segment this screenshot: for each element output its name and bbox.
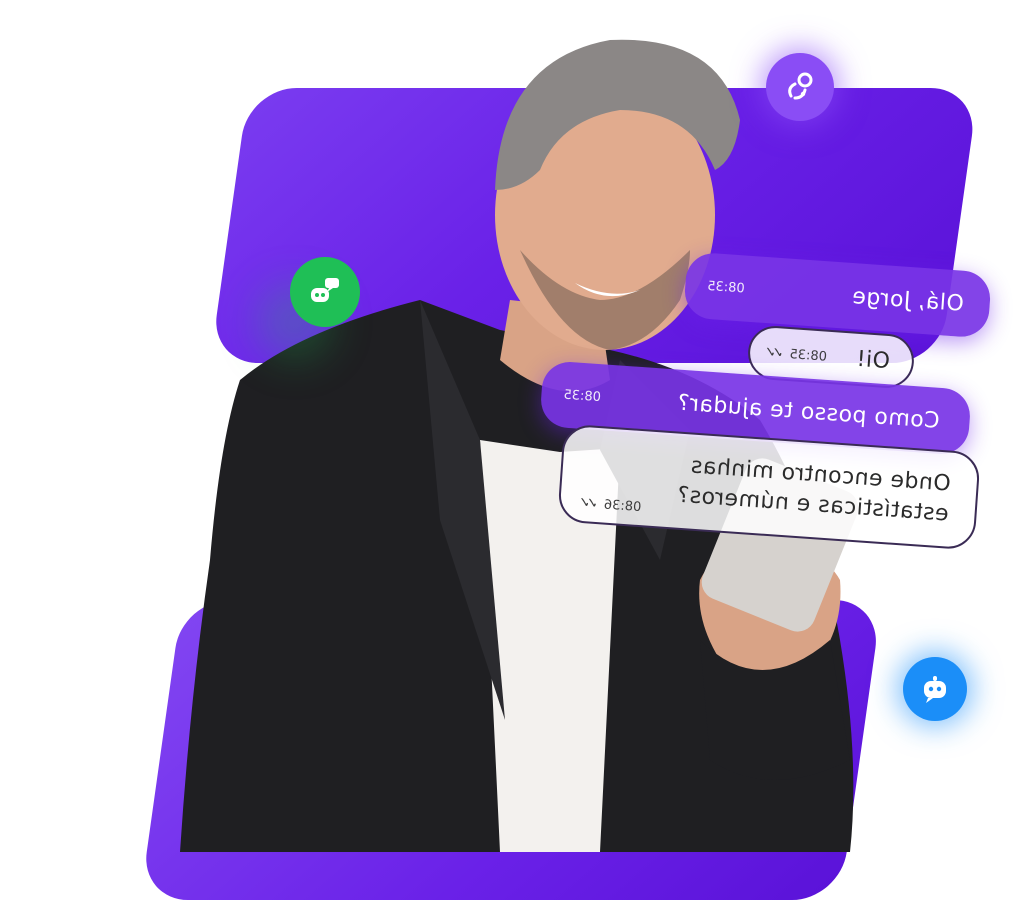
read-check-icon: ✓✓ <box>581 495 599 513</box>
chat-message-text: Oi! <box>855 346 891 374</box>
chat-message-text: Olá, Jorge <box>851 283 965 317</box>
chat-timestamp: 08:35 <box>706 278 746 296</box>
hero-illustration: Olá, Jorge 08:35 Oi! 08:35 ✓✓ Como posso… <box>0 0 1017 900</box>
robot-face-icon <box>903 657 967 721</box>
read-check-icon: ✓✓ <box>767 344 785 362</box>
chat-message-text: Onde encontro minhas estatísticas e núme… <box>676 453 952 527</box>
chat-timestamp: 08:35 <box>562 387 602 405</box>
robot-chat-icon <box>290 257 360 327</box>
chat-message-text: Como posso te ajudar? <box>676 390 941 434</box>
link-chain-icon <box>766 53 834 121</box>
chat-timestamp: 08:36 ✓✓ <box>581 495 642 515</box>
chat-timestamp: 08:35 ✓✓ <box>767 344 828 365</box>
